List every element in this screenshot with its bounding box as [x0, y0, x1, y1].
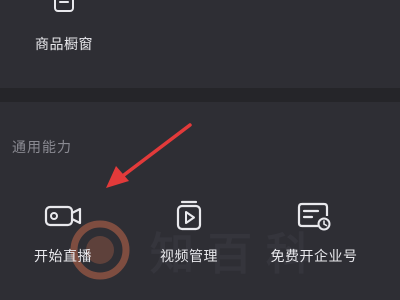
shop-window-button[interactable]: 商品橱窗 [22, 0, 106, 54]
screen: 商品橱窗 通用能力 知百科 开始直播 视频管理 免费开企业号 [0, 0, 400, 300]
start-live-label: 开始直播 [34, 249, 92, 265]
enterprise-account-label: 免费开企业号 [270, 249, 358, 265]
shop-window-label: 商品橱窗 [35, 37, 93, 53]
shop-section: 商品橱窗 [0, 0, 400, 88]
start-live-button[interactable]: 开始直播 [18, 196, 108, 266]
enterprise-account-button[interactable]: 免费开企业号 [252, 196, 376, 266]
section-title: 通用能力 [12, 140, 72, 156]
section-divider [0, 88, 400, 102]
live-camera-icon [43, 196, 83, 236]
video-manage-label: 视频管理 [160, 249, 218, 265]
enterprise-account-icon [294, 196, 334, 236]
video-manage-icon [169, 196, 209, 236]
shop-window-icon [44, 0, 84, 24]
video-manage-button[interactable]: 视频管理 [144, 196, 234, 266]
